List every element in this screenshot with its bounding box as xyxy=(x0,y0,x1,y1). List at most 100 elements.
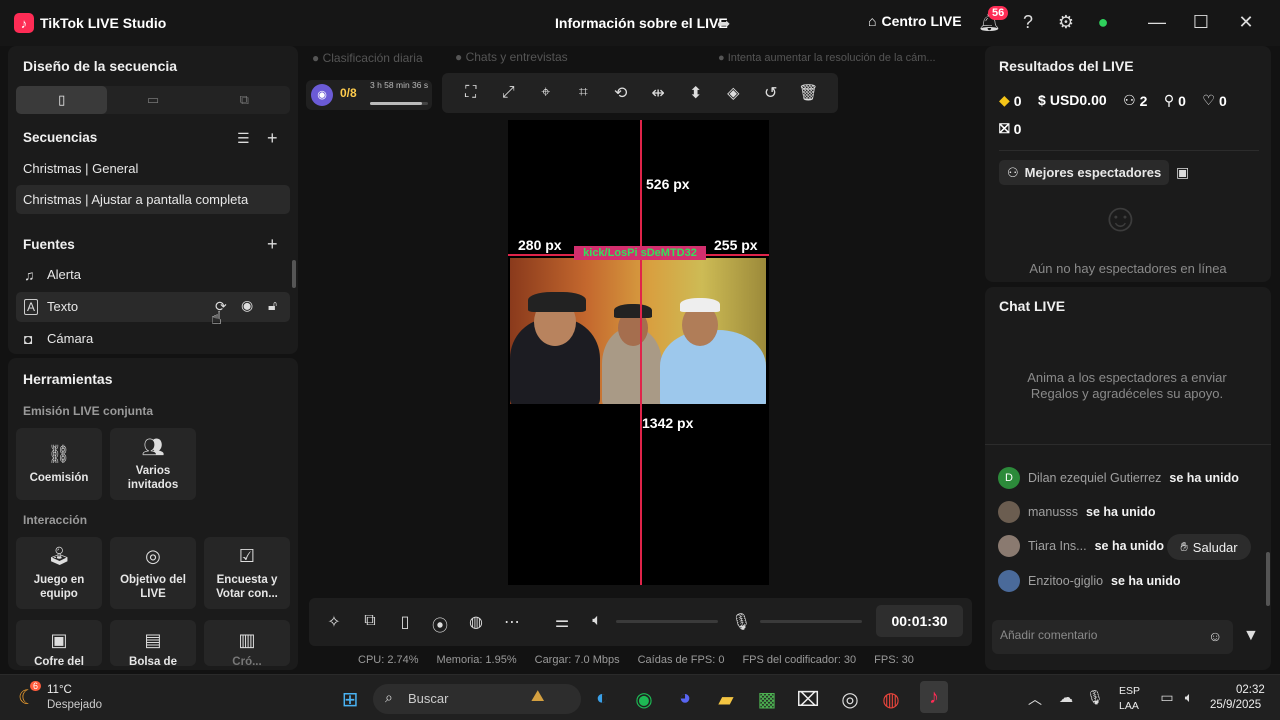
weather-desc[interactable]: Despejado xyxy=(47,699,102,711)
fit-icon[interactable]: ⛶ xyxy=(452,84,490,102)
unlock-icon[interactable]: 🔓︎ xyxy=(268,297,277,314)
settings-icon[interactable]: ⚙ xyxy=(1055,12,1077,33)
landscape-layout-tab[interactable]: ▭ xyxy=(107,86,198,114)
crop-icon[interactable]: ⌗ xyxy=(565,84,603,102)
visibility-eye-icon[interactable]: ◉ xyxy=(241,297,253,314)
center-icon[interactable]: ⌖ xyxy=(527,84,565,102)
expand-icon[interactable]: ⤢ xyxy=(490,84,528,102)
undo-icon[interactable]: ↺ xyxy=(752,83,790,103)
chats-interviews-tab[interactable]: ● Chats y entrevistas xyxy=(455,50,568,64)
goal-progress-widget[interactable]: ◉ 0/8 3 h 58 min 36 s xyxy=(306,80,432,110)
monitor-icon[interactable]: ▭ xyxy=(1155,689,1179,706)
notification-badge: 56 xyxy=(988,6,1009,20)
network-icon[interactable]: ● xyxy=(1092,12,1114,33)
chat-join-row[interactable]: Enzitoo-giglio se ha unido xyxy=(998,570,1181,592)
magic-wand-icon[interactable]: ✧ xyxy=(324,612,344,632)
chrome-icon[interactable]: ◍ xyxy=(879,687,903,712)
timer-tool[interactable]: ▥ Cró... xyxy=(204,620,290,668)
kick-text-overlay[interactable]: kick/LosPi sDeMTD32 xyxy=(574,246,706,260)
cap-left xyxy=(528,292,586,312)
chat-join-row[interactable]: Tiara Ins... se ha unido xyxy=(998,535,1164,557)
comment-input[interactable] xyxy=(1000,628,1200,642)
windows-start-icon[interactable]: ⊞ xyxy=(338,687,362,712)
obs-icon[interactable]: ◎ xyxy=(838,687,862,712)
poll-tool[interactable]: ☑ Encuesta y Votar con... xyxy=(204,537,290,609)
phone-icon[interactable]: ▯ xyxy=(395,612,415,632)
live-goal-tool[interactable]: ◎ Objetivo del LIVE xyxy=(110,537,196,609)
record-icon[interactable]: ⦿ xyxy=(430,612,450,636)
flip-icon[interactable]: ⇹ xyxy=(640,83,678,103)
speaker-volume-slider[interactable] xyxy=(616,620,718,623)
taskbar-search[interactable]: ⌕ Buscar ⛰ xyxy=(373,684,581,714)
maximize-icon[interactable]: ☐ xyxy=(1190,12,1212,33)
daily-ranking-tab[interactable]: ● Clasificación diaria xyxy=(312,51,423,65)
speaker-icon[interactable]: 🔈︎ xyxy=(587,612,607,630)
cohost-tool[interactable]: ⛓ Coemisión xyxy=(16,428,102,500)
chat-join-row[interactable]: D Dilan ezequiel Gutierrez se ha unido xyxy=(998,467,1239,489)
emoji-icon[interactable]: ☺ xyxy=(1208,628,1222,644)
volume-tray-icon[interactable]: 🔈︎ xyxy=(1177,689,1201,706)
source-texto[interactable]: Texto xyxy=(47,299,78,314)
chat-joined-text: se ha unido xyxy=(1086,505,1156,519)
book-icon: ▥ xyxy=(238,630,256,650)
gift-bag-tool[interactable]: ▤ Bolsa de xyxy=(110,620,196,668)
sequences-title: Secuencias xyxy=(23,130,98,145)
microphone-volume-slider[interactable] xyxy=(760,620,862,623)
windows-taskbar: ☾ 6 11°C Despejado ⊞ ⌕ Buscar ⛰ ◐ ◉ ◕ ▰ … xyxy=(0,674,1280,720)
share-icon[interactable]: ➦ xyxy=(717,14,730,34)
tiktok-live-taskbar-icon[interactable]: ♪ xyxy=(920,681,948,713)
language-bottom[interactable]: LAA xyxy=(1119,700,1139,712)
portrait-layout-tab[interactable]: ▯ xyxy=(16,86,108,114)
spotify-icon[interactable]: ◉ xyxy=(632,687,656,712)
top-viewers-button[interactable]: ⚇ Mejores espectadores xyxy=(999,160,1170,185)
microphone-icon[interactable]: 🎙︎ xyxy=(731,612,751,632)
chat-scrollbar[interactable] xyxy=(1266,552,1270,606)
chest-icon: ▣ xyxy=(50,630,68,650)
mixer-icon[interactable]: ⚌ xyxy=(552,612,572,632)
list-icon[interactable]: ☰ xyxy=(237,130,250,147)
file-explorer-icon[interactable]: ▰ xyxy=(714,687,738,712)
minecraft-icon[interactable]: ▩ xyxy=(755,687,779,712)
more-icon[interactable]: ⋯ xyxy=(502,612,522,632)
sequence-item-selected[interactable]: Christmas | Ajustar a pantalla completa xyxy=(23,192,248,207)
bag-label: Bolsa de xyxy=(129,656,177,668)
language-top[interactable]: ESP xyxy=(1119,685,1140,697)
delete-icon[interactable]: 🗑︎ xyxy=(790,83,828,103)
source-alerta[interactable]: Alerta xyxy=(47,267,81,282)
rotate-icon[interactable]: ⟲ xyxy=(602,83,640,103)
discord-icon[interactable]: ◕ xyxy=(673,687,697,710)
treasure-chest-tool[interactable]: ▣ Cofre del xyxy=(16,620,102,668)
add-sequence-icon[interactable]: + xyxy=(267,128,278,149)
live-info-title[interactable]: Información sobre el LIVE xyxy=(555,15,728,31)
replay-icon[interactable]: ◍ xyxy=(466,612,486,632)
sequence-item[interactable]: Christmas | General xyxy=(23,161,138,176)
team-game-tool[interactable]: 🕹︎ Juego en equipo xyxy=(16,537,102,609)
add-source-icon[interactable]: + xyxy=(267,234,278,255)
dual-layout-tab[interactable]: ⧉ xyxy=(199,86,290,114)
weather-temp[interactable]: 11°C xyxy=(47,684,72,696)
clock-time[interactable]: 02:32 xyxy=(1236,684,1265,696)
clock-date[interactable]: 25/9/2025 xyxy=(1210,699,1261,711)
close-icon[interactable]: ✕ xyxy=(1235,12,1257,33)
chevron-up-icon[interactable]: ︿ xyxy=(1023,689,1047,709)
stream-preview[interactable]: kick/LosPi sDeMTD32 526 px 280 px 255 px… xyxy=(508,120,769,585)
greet-button[interactable]: ✋︎ Saludar xyxy=(1167,534,1251,560)
cloud-icon[interactable]: ☁ xyxy=(1054,689,1078,706)
viewers-list-icon[interactable]: ▣ xyxy=(1176,164,1189,181)
microphone-tray-icon[interactable]: 🎙︎ xyxy=(1083,689,1107,706)
source-camara[interactable]: Cámara xyxy=(47,331,93,346)
arrange-icon[interactable]: ⬍ xyxy=(677,83,715,103)
send-filter-icon[interactable]: ▼ xyxy=(1243,627,1259,645)
capcut-icon[interactable]: ⌧ xyxy=(796,687,820,712)
sources-scrollbar[interactable] xyxy=(292,260,296,288)
effects-icon[interactable]: ⧉ xyxy=(360,612,380,630)
edge-icon[interactable]: ◐ xyxy=(590,687,614,710)
help-icon[interactable]: ? xyxy=(1017,12,1039,33)
gifts-stat: ⛝ 0 xyxy=(999,120,1033,138)
centro-live-button[interactable]: ⌂ Centro LIVE xyxy=(868,13,962,29)
layers-icon[interactable]: ◈ xyxy=(715,83,753,103)
chat-join-row[interactable]: manusss se ha unido xyxy=(998,501,1155,523)
multi-guest-tool[interactable]: 👥︎ Varios invitados xyxy=(110,428,196,500)
minimize-icon[interactable]: — xyxy=(1146,12,1168,33)
tools-title: Herramientas xyxy=(23,371,113,387)
